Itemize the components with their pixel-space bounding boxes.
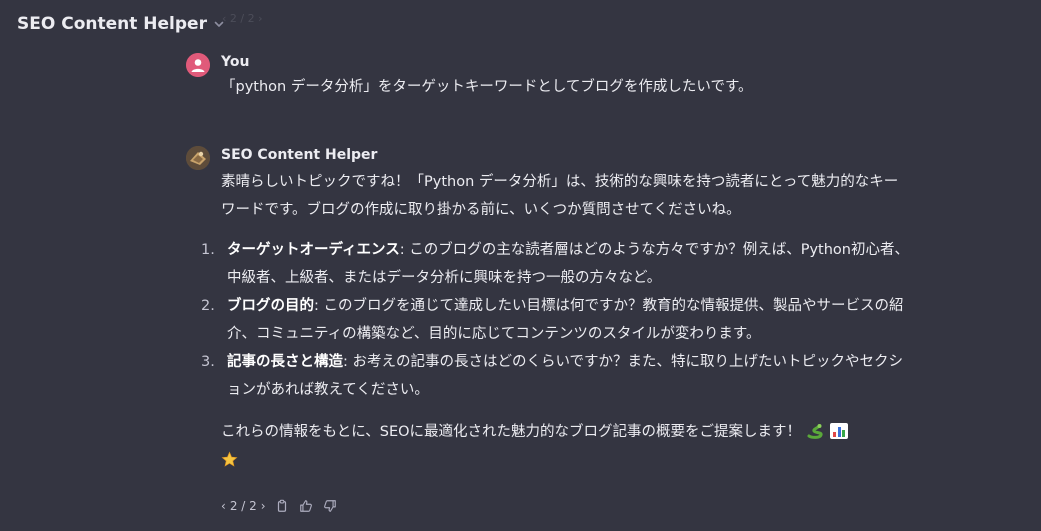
model-selector[interactable]: SEO Content Helper [17, 14, 225, 34]
message-actions: ‹ 2 / 2 › [221, 498, 338, 514]
list-item-number: 2. [201, 298, 215, 314]
previous-message-nav-text: ‹ 2 / 2 › [222, 12, 263, 25]
list-item: 3. 記事の長さと構造: お考えの記事の長さはどのくらいですか？また、特に取り上げ… [201, 348, 911, 404]
list-item: 1. ターゲットオーディエンス: このブログの主な読者層はどのような方々ですか？例… [201, 236, 911, 292]
next-response-button[interactable]: › [261, 499, 266, 513]
list-item-title: ブログの目的 [227, 298, 314, 314]
closing-text: これらの情報をもとに、SEOに最適化された魅力的なブログ記事の概要をご提案します… [221, 424, 802, 440]
user-avatar [186, 53, 210, 77]
thumbs-down-icon[interactable] [322, 498, 338, 514]
list-item-title: ターゲットオーディエンス [227, 242, 400, 258]
response-counter: 2 / 2 [229, 499, 257, 513]
user-message-text: 「python データ分析」をターゲットキーワードとしてブログを作成したいです。 [221, 79, 753, 95]
gpt-avatar-image [186, 146, 210, 170]
gpt-avatar [186, 146, 210, 170]
assistant-author: SEO Content Helper [221, 147, 378, 163]
bar-chart-emoji-icon [830, 423, 849, 439]
user-author: You [221, 54, 250, 70]
question-list: 1. ターゲットオーディエンス: このブログの主な読者層はどのような方々ですか？例… [201, 236, 911, 404]
response-nav: ‹ 2 / 2 › [221, 499, 266, 513]
list-item: 2. ブログの目的: このブログを通じて達成したい目標は何ですか？教育的な情報提供… [201, 292, 911, 348]
assistant-closing: これらの情報をもとに、SEOに最適化された魅力的なブログ記事の概要をご提案します… [221, 418, 911, 475]
list-item-number: 1. [201, 242, 215, 258]
star-emoji-icon [221, 446, 238, 474]
list-item-title: 記事の長さと構造 [227, 354, 343, 370]
list-item-number: 3. [201, 354, 215, 370]
copy-icon[interactable] [274, 498, 290, 514]
assistant-intro: 素晴らしいトピックですね！「Python データ分析」は、技術的な興味を持つ読者… [221, 174, 899, 218]
list-item-text: : このブログを通じて達成したい目標は何ですか？教育的な情報提供、製品やサービス… [227, 298, 904, 342]
snake-emoji-icon [806, 424, 829, 440]
previous-message-nav[interactable]: ‹ 2 / 2 › [222, 12, 263, 25]
model-name: SEO Content Helper [17, 14, 207, 34]
prev-response-button[interactable]: ‹ [221, 499, 226, 513]
thumbs-up-icon[interactable] [298, 498, 314, 514]
assistant-message-body: 素晴らしいトピックですね！「Python データ分析」は、技術的な興味を持つ読者… [201, 168, 911, 475]
user-avatar-icon [186, 53, 210, 77]
top-bar: SEO Content Helper ‹ 2 / 2 › [0, 0, 1041, 52]
